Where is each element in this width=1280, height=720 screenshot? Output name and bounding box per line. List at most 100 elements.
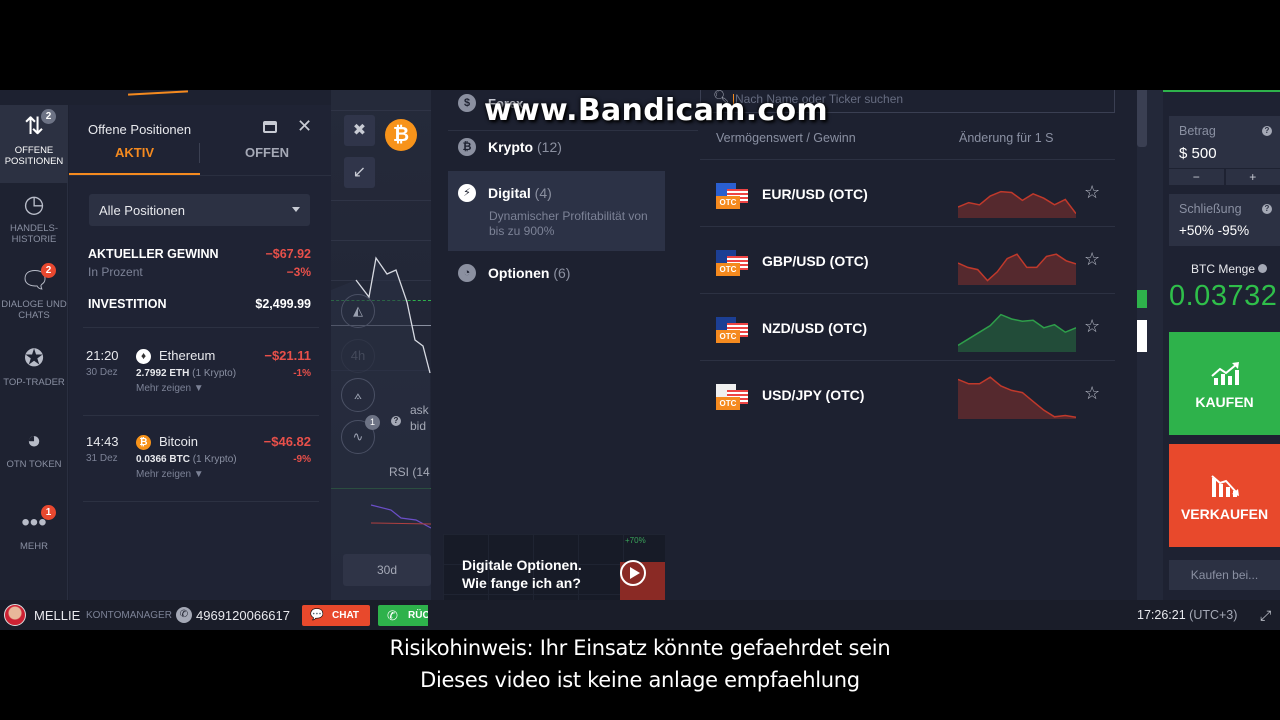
asset-row[interactable]: OTC EUR/USD (OTC) ☆ <box>700 159 1115 225</box>
favorite-star-icon[interactable]: ☆ <box>1084 316 1100 337</box>
close-label: Schließung <box>1179 202 1242 216</box>
nav-dialogs-chats[interactable]: 🗨 2 Dialoge und Chats <box>0 263 68 321</box>
trade-panel: Betrag ? $ 500 − + Schließung ? +50% -95… <box>1163 90 1280 600</box>
period-button[interactable]: 30d <box>343 554 431 586</box>
chat-button[interactable]: CHAT <box>302 605 370 626</box>
otn-token-icon: ◕ <box>26 427 42 454</box>
drawing-tools-button[interactable]: ⟑ <box>341 378 375 412</box>
trend-up-icon <box>1210 362 1239 385</box>
arrows-up-down-icon: ⇅ 2 <box>20 109 56 141</box>
amount-value[interactable]: $ 500 <box>1179 145 1217 162</box>
asset-row[interactable]: OTC GBP/USD (OTC) ☆ <box>700 226 1115 292</box>
otc-badge: OTC <box>716 263 740 276</box>
nav-open-positions[interactable]: ⇅ 2 Offene Positionen <box>0 105 68 183</box>
position-row[interactable]: 14:43 31 Dez ₿ Bitcoin 0.0366 BTC (1 Kry… <box>69 434 331 514</box>
buy-button[interactable]: KAUFEN <box>1169 332 1280 435</box>
phone-icon: ✆ <box>176 607 192 623</box>
nav-top-trader[interactable]: ✪ Top-Trader <box>0 345 68 388</box>
position-row[interactable]: 21:20 30 Dez ♦ Ethereum 2.7992 ETH (1 Kr… <box>69 348 331 428</box>
close-chart-button[interactable]: ✖ <box>344 115 375 146</box>
trade-asset: Bitcoin <box>159 434 199 449</box>
sell-button[interactable]: VERKAUFEN <box>1169 444 1280 547</box>
column-header-change: Änderung für 1 S <box>959 131 1054 145</box>
favorite-star-icon[interactable]: ☆ <box>1084 383 1100 404</box>
trade-date: 31 Dez <box>86 453 118 464</box>
category-label: Digital (4) <box>488 185 552 201</box>
asset-list-panel: 🔍︎ Nach Name oder Ticker suchen Vermögen… <box>700 90 1137 630</box>
compass-icon: ⟑ <box>354 387 362 402</box>
trading-app: ⇅ 2 Offene Positionen ◷ Handels-historie … <box>0 90 1280 630</box>
play-icon[interactable] <box>620 560 646 586</box>
fullscreen-icon[interactable]: ⤢ <box>1260 607 1271 624</box>
forex-icon: $ <box>458 94 476 112</box>
show-more-link[interactable]: Mehr zeigen ▼ <box>136 469 204 480</box>
divider <box>83 501 319 502</box>
window-icon[interactable] <box>263 121 277 133</box>
asset-row[interactable]: OTC USD/JPY (OTC) ☆ <box>700 360 1115 426</box>
promo-title: Digitale Optionen. Wie fange ich an? <box>462 557 582 591</box>
collapse-button[interactable]: ↙ <box>344 157 375 188</box>
help-icon[interactable]: ? <box>1262 126 1272 136</box>
divider <box>448 130 698 131</box>
tab-offen[interactable]: OFFEN <box>245 145 289 160</box>
recorder-watermark: www.Bandicam.com <box>484 93 828 128</box>
chat-bubbles-icon: 🗨 2 <box>20 263 56 295</box>
collapse-icon: ↙ <box>352 164 367 181</box>
category-digital[interactable]: ⚡ Digital (4) Dynamischer Profitabilität… <box>448 171 665 251</box>
category-optionen[interactable]: ◔ Optionen (6) <box>448 264 665 288</box>
investment-value: $2,499.99 <box>255 297 311 311</box>
sparkline-chart <box>958 253 1076 285</box>
quantity-value: 0.03732 <box>1169 280 1278 312</box>
close-at-field[interactable]: Schließung ? +50% -95% <box>1169 194 1280 246</box>
price-marker <box>1137 320 1147 352</box>
chart-type-button[interactable]: ◭ <box>341 294 375 328</box>
asset-categories: ₿ Krypto (12) ⚡ Digital (4) Dynamischer … <box>440 90 700 630</box>
scale-handle[interactable] <box>1137 90 1147 147</box>
favorite-star-icon[interactable]: ☆ <box>1084 249 1100 270</box>
nav-trade-history[interactable]: ◷ Handels-historie <box>0 191 68 245</box>
category-krypto[interactable]: ₿ Krypto (12) <box>448 138 665 162</box>
help-icon[interactable]: ? <box>391 416 401 426</box>
currency-flag-icon: OTC <box>716 250 749 277</box>
bitcoin-icon[interactable]: ₿ <box>385 119 417 151</box>
tabs-divider <box>69 175 331 176</box>
nav-more[interactable]: ••• 1 Mehr <box>0 505 68 552</box>
callback-button[interactable]: RÜCKRUF <box>378 605 428 626</box>
bottom-bar: MELLIE KONTOMANAGER ✆ 4969120066617 CHAT… <box>0 600 1280 630</box>
increase-button[interactable]: + <box>1225 169 1280 185</box>
asset-name: NZD/USD (OTC) <box>762 320 867 336</box>
nav-otn-token[interactable]: ◕ OTN Token <box>0 427 68 470</box>
trade-pnl: −$46.82 <box>263 434 311 449</box>
price-scale <box>1137 90 1163 600</box>
chart-area[interactable]: ✖ ₿ ↙ ◭ 4h ⟑ ∿ 1 ? ask bid RSI (14 30d <box>331 90 431 600</box>
chevron-down-icon <box>292 207 300 212</box>
nav-label: Offene Positionen <box>4 145 64 167</box>
category-label: Optionen (6) <box>488 265 571 281</box>
category-description: Dynamischer Profitabilität von bis zu 90… <box>489 209 648 238</box>
percent-label: In Prozent <box>88 265 143 279</box>
phone-number[interactable]: 4969120066617 <box>196 608 290 623</box>
amount-field[interactable]: Betrag ? $ 500 <box>1169 116 1280 168</box>
ethereum-icon: ♦ <box>136 349 151 364</box>
currency-flag-icon: OTC <box>716 317 749 344</box>
area-chart-icon: ◭ <box>353 303 363 318</box>
favorite-star-icon[interactable]: ☆ <box>1084 182 1100 203</box>
help-icon[interactable] <box>1258 264 1268 273</box>
close-icon[interactable]: ✕ <box>297 116 312 137</box>
decrease-button[interactable]: − <box>1169 169 1224 185</box>
tab-aktiv[interactable]: AKTIV <box>115 145 154 160</box>
tab-divider <box>199 143 200 163</box>
buy-at-button[interactable]: Kaufen bei... <box>1169 560 1280 590</box>
sparkline-chart <box>958 190 1076 218</box>
show-more-link[interactable]: Mehr zeigen ▼ <box>136 383 204 394</box>
nav-label: Dialoge und Chats <box>1 299 67 321</box>
indicators-button[interactable]: ∿ 1 <box>341 415 380 454</box>
nav-label: Mehr <box>20 541 48 552</box>
nav-badge: 2 <box>41 109 56 124</box>
positions-filter-dropdown[interactable]: Alle Positionen <box>89 194 310 226</box>
timeframe-button[interactable]: 4h <box>341 339 375 373</box>
help-icon[interactable]: ? <box>1262 204 1272 214</box>
trade-date: 30 Dez <box>86 367 118 378</box>
history-icon: ◷ <box>23 191 45 218</box>
asset-row[interactable]: OTC NZD/USD (OTC) ☆ <box>700 293 1115 359</box>
